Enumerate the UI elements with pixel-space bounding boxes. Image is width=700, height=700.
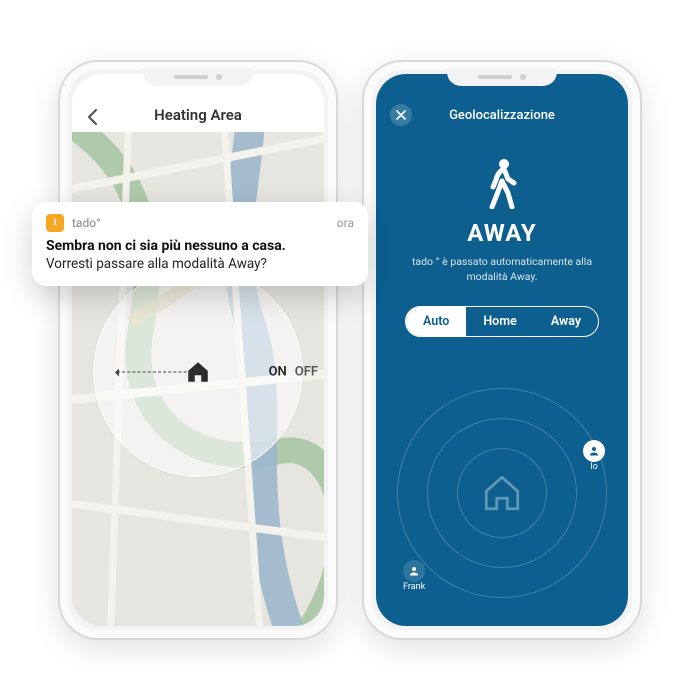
status-subtitle: tado ° è passato automaticamente alla mo… bbox=[407, 255, 597, 284]
map-screen[interactable]: Heating Area ON OFF bbox=[72, 74, 324, 626]
mode-auto[interactable]: Auto bbox=[406, 307, 466, 336]
mode-home[interactable]: Home bbox=[466, 307, 534, 336]
toggle-on-label[interactable]: ON bbox=[269, 365, 287, 380]
mode-away[interactable]: Away bbox=[534, 307, 598, 336]
user-me[interactable]: Io bbox=[583, 440, 605, 472]
phone-left: Heating Area ON OFF t tado° ora Sembra bbox=[58, 60, 338, 640]
mode-segmented-control[interactable]: Auto Home Away bbox=[405, 306, 599, 337]
person-icon bbox=[583, 440, 605, 462]
walking-person-icon bbox=[482, 157, 522, 209]
user-me-label: Io bbox=[590, 462, 598, 472]
user-other[interactable]: Frank bbox=[403, 560, 425, 592]
phone-notch bbox=[143, 68, 253, 86]
away-notification[interactable]: t tado° ora Sembra non ci sia più nessun… bbox=[32, 202, 368, 286]
close-button[interactable] bbox=[390, 104, 412, 126]
status-label: AWAY bbox=[467, 219, 537, 247]
home-outline-icon bbox=[481, 472, 523, 514]
notification-title: Sembra non ci sia più nessuno a casa. bbox=[46, 238, 354, 254]
phone-right: Geolocalizzazione AWAY tado ° è passato … bbox=[362, 60, 642, 640]
person-icon bbox=[403, 560, 425, 582]
notification-body: Vorresti passare alla modalità Away? bbox=[46, 256, 354, 272]
map-header-title: Heating Area bbox=[154, 106, 242, 124]
user-other-label: Frank bbox=[403, 582, 425, 592]
back-chevron-icon[interactable] bbox=[86, 108, 98, 126]
notification-time: ora bbox=[337, 216, 354, 230]
notification-app-name: tado° bbox=[72, 216, 329, 230]
geolocation-screen: Geolocalizzazione AWAY tado ° è passato … bbox=[376, 74, 628, 626]
tado-app-icon: t bbox=[46, 214, 64, 232]
home-icon bbox=[185, 359, 211, 385]
presence-radar: Io Frank bbox=[397, 388, 607, 598]
on-off-toggle[interactable]: ON OFF bbox=[269, 365, 318, 380]
geo-header-title: Geolocalizzazione bbox=[449, 108, 555, 123]
toggle-off-label[interactable]: OFF bbox=[295, 365, 318, 380]
phone-notch bbox=[447, 68, 557, 86]
